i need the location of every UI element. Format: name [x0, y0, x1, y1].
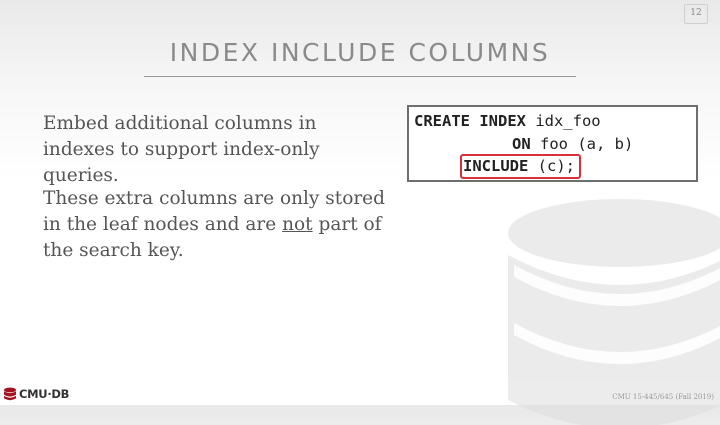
- slide: 12 INDEX INCLUDE COLUMNS Embed additiona…: [0, 0, 720, 425]
- logo-text: CMU·DB: [19, 387, 70, 401]
- underlined-word: not: [282, 214, 313, 235]
- sql-code-box: CREATE INDEX idx_foo ON foo (a, b) INCLU…: [407, 105, 698, 182]
- slide-title: INDEX INCLUDE COLUMNS: [169, 38, 551, 67]
- database-logo-icon: [4, 387, 16, 401]
- body-paragraph-2: These extra columns are only stored in t…: [43, 186, 393, 264]
- body-paragraph-1: Embed additional columns in indexes to s…: [43, 113, 320, 186]
- code-keyword-create-index: CREATE INDEX: [414, 112, 526, 130]
- code-keyword-on: ON: [512, 135, 531, 153]
- cmu-db-logo: CMU·DB: [3, 386, 69, 402]
- include-highlight-box: [460, 154, 581, 179]
- course-footer: CMU 15-445/645 (Fall 2019): [612, 393, 714, 401]
- code-index-name: idx_foo: [525, 112, 601, 130]
- code-table-columns: foo (a, b): [530, 135, 634, 153]
- slide-number: 12: [684, 4, 708, 24]
- code-line-1: CREATE INDEX idx_foo: [414, 112, 601, 130]
- code-line-2: ON foo (a, b): [512, 135, 633, 153]
- title-divider: [144, 76, 576, 77]
- database-watermark-icon: [508, 199, 720, 425]
